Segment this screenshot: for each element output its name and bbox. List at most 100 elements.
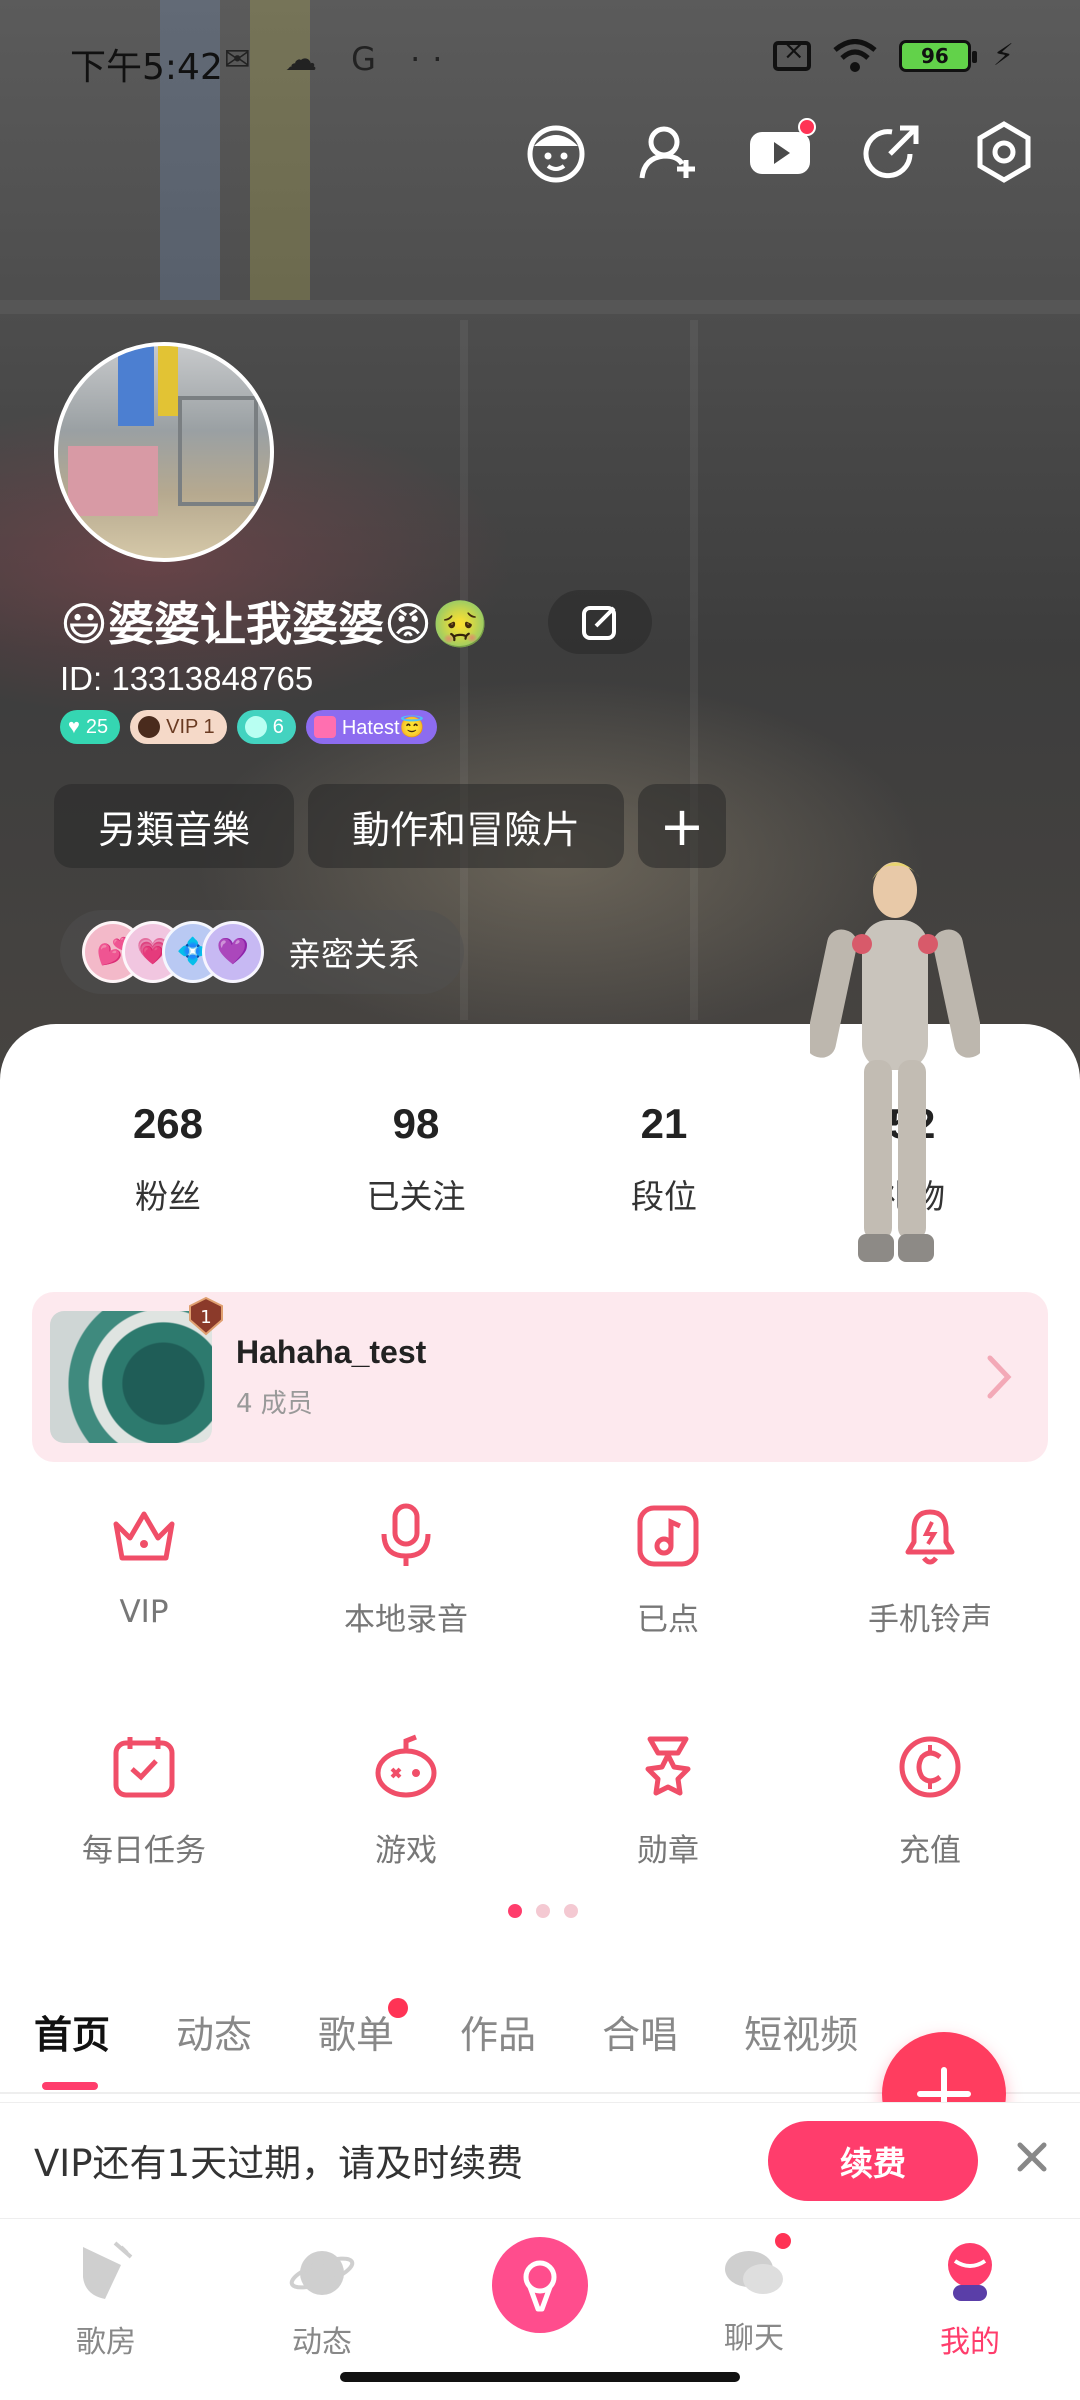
- tab-playlist-label: 歌单: [318, 2013, 395, 2057]
- tab-notification-dot: [388, 1998, 409, 2018]
- crown-icon: [113, 1511, 175, 1561]
- tab-home[interactable]: 首页: [34, 2004, 110, 2059]
- intimacy-label: 亲密关系: [288, 935, 420, 974]
- nav-item-me[interactable]: 我的: [900, 2237, 1040, 2361]
- vip-expiry-banner: VIP还有1天过期，请及时续费 续费: [0, 2102, 1080, 2216]
- calendar-check-icon: [113, 1737, 175, 1798]
- nav-item-chat[interactable]: 聊天: [684, 2231, 824, 2357]
- add-tag-button[interactable]: +: [638, 784, 727, 868]
- stat-value: 98: [392, 1100, 440, 1147]
- stat-fans[interactable]: 268 粉丝: [44, 1100, 292, 1218]
- 3d-character[interactable]: [810, 850, 980, 1270]
- club-info: Hahaha_test 4 成员: [212, 1334, 426, 1420]
- share-icon[interactable]: [860, 120, 924, 184]
- microphone-icon: [523, 2260, 557, 2312]
- grid-label: 游戏: [375, 1833, 437, 1869]
- game-icon: [375, 1734, 437, 1798]
- interest-tag[interactable]: 動作和冒險片: [308, 784, 625, 868]
- page-dot-active: [508, 1904, 522, 1918]
- grid-item-local-recording[interactable]: 本地录音: [275, 1500, 537, 1639]
- chat-icon: [719, 2231, 793, 2307]
- song-room-icon: [83, 2241, 133, 2299]
- close-icon[interactable]: [1014, 2139, 1050, 2175]
- grid-label: 充值: [899, 1833, 961, 1869]
- grid-label: 手机铃声: [868, 1602, 992, 1638]
- stat-value: 21: [640, 1100, 688, 1147]
- vip-badge[interactable]: VIP 1: [130, 710, 227, 744]
- grid-item-vip[interactable]: VIP: [13, 1500, 275, 1639]
- level-badge-value: 25: [85, 715, 109, 738]
- level-badge[interactable]: ♥ 25: [60, 710, 121, 744]
- chat-notification-dot: [773, 2231, 793, 2251]
- stat-label: 已关注: [366, 1177, 466, 1216]
- gem-icon: [244, 716, 267, 738]
- nav-label: 动态: [292, 2325, 352, 2360]
- planet-icon: [289, 2251, 355, 2295]
- tab-feed[interactable]: 动态: [176, 2004, 252, 2059]
- nav-label: 我的: [940, 2325, 1000, 2360]
- grid-label: 勋章: [637, 1833, 699, 1869]
- medal-icon: [645, 1736, 691, 1796]
- nav-item-feed[interactable]: 动态: [252, 2237, 392, 2361]
- intimacy-relationship-button[interactable]: 💕 💗 💠 💜 亲密关系: [60, 910, 464, 994]
- charging-icon: ⚡: [992, 38, 1014, 73]
- video-notification-dot: [798, 118, 816, 136]
- video-icon[interactable]: [748, 118, 816, 184]
- gem-badge[interactable]: 6: [236, 710, 296, 744]
- badge-row: ♥ 25 VIP 1 6 Hatest😇: [60, 710, 437, 744]
- grid-label: VIP: [119, 1594, 169, 1630]
- notification-icons: ✉ ☁ G ··: [224, 40, 455, 78]
- renew-button[interactable]: 续费: [768, 2121, 978, 2201]
- status-right-icons: 96 ⚡: [772, 36, 1014, 73]
- tab-works[interactable]: 作品: [460, 2004, 536, 2059]
- grid-item-ringtone[interactable]: 手机铃声: [799, 1500, 1061, 1639]
- grid-label: 每日任务: [82, 1833, 206, 1869]
- karaoke-button[interactable]: [492, 2237, 588, 2333]
- group-icon: [313, 716, 336, 738]
- group-badge[interactable]: Hatest😇: [305, 710, 437, 744]
- music-note-icon: [637, 1505, 699, 1567]
- avatar-face-icon[interactable]: [524, 120, 588, 184]
- no-sim-icon: [772, 36, 811, 71]
- nav-item-song-room[interactable]: 歌房: [36, 2237, 176, 2361]
- gem-badge-value: 6: [272, 715, 284, 738]
- stat-rank[interactable]: 21 段位: [540, 1100, 788, 1218]
- vip-expiry-text: VIP还有1天过期，请及时续费: [34, 2141, 524, 2185]
- user-id: ID: 13313848765: [60, 660, 314, 697]
- tab-short-video[interactable]: 短视频: [744, 2004, 858, 2059]
- stat-following[interactable]: 98 已关注: [292, 1100, 540, 1218]
- grid-item-medals[interactable]: 勋章: [537, 1731, 799, 1870]
- intimacy-avatars: 💕 💗 💠 💜: [82, 921, 264, 983]
- heart-icon: ♥: [68, 715, 80, 738]
- settings-icon[interactable]: [972, 120, 1036, 184]
- grid-item-recharge[interactable]: 充值: [799, 1731, 1061, 1870]
- club-members: 4 成员: [236, 1389, 313, 1419]
- club-card[interactable]: 1 Hahaha_test 4 成员: [32, 1292, 1048, 1462]
- battery-icon: 96: [898, 39, 977, 72]
- active-tab-indicator: [42, 2082, 98, 2090]
- profile-icon: [948, 2243, 992, 2301]
- nav-label: 歌房: [76, 2325, 136, 2360]
- club-name: Hahaha_test: [236, 1334, 427, 1370]
- group-badge-value: Hatest😇: [341, 716, 425, 739]
- grid-item-games[interactable]: 游戏: [275, 1731, 537, 1870]
- tab-playlist[interactable]: 歌单: [318, 1998, 409, 2059]
- interest-tags: 另類音樂 動作和冒險片 +: [54, 784, 727, 868]
- tab-chorus[interactable]: 合唱: [602, 2004, 678, 2059]
- status-time: 下午5:42: [70, 47, 223, 88]
- home-indicator: [340, 2372, 740, 2382]
- grid-item-daily-tasks[interactable]: 每日任务: [13, 1731, 275, 1870]
- chevron-right-icon: [987, 1355, 1012, 1399]
- background-decor: [0, 300, 1080, 314]
- interest-tag[interactable]: 另類音樂: [54, 784, 295, 868]
- wifi-icon: [833, 38, 877, 72]
- grid-item-ordered[interactable]: 已点: [537, 1500, 799, 1639]
- edit-profile-button[interactable]: [548, 590, 652, 654]
- avatar[interactable]: [54, 342, 274, 562]
- add-friend-icon[interactable]: [636, 120, 700, 184]
- stat-value: 268: [132, 1100, 204, 1147]
- vip-badge-value: VIP 1: [166, 715, 215, 738]
- page-dot: [536, 1904, 550, 1918]
- background-decor: [460, 320, 468, 1020]
- grid-label: 本地录音: [344, 1602, 468, 1638]
